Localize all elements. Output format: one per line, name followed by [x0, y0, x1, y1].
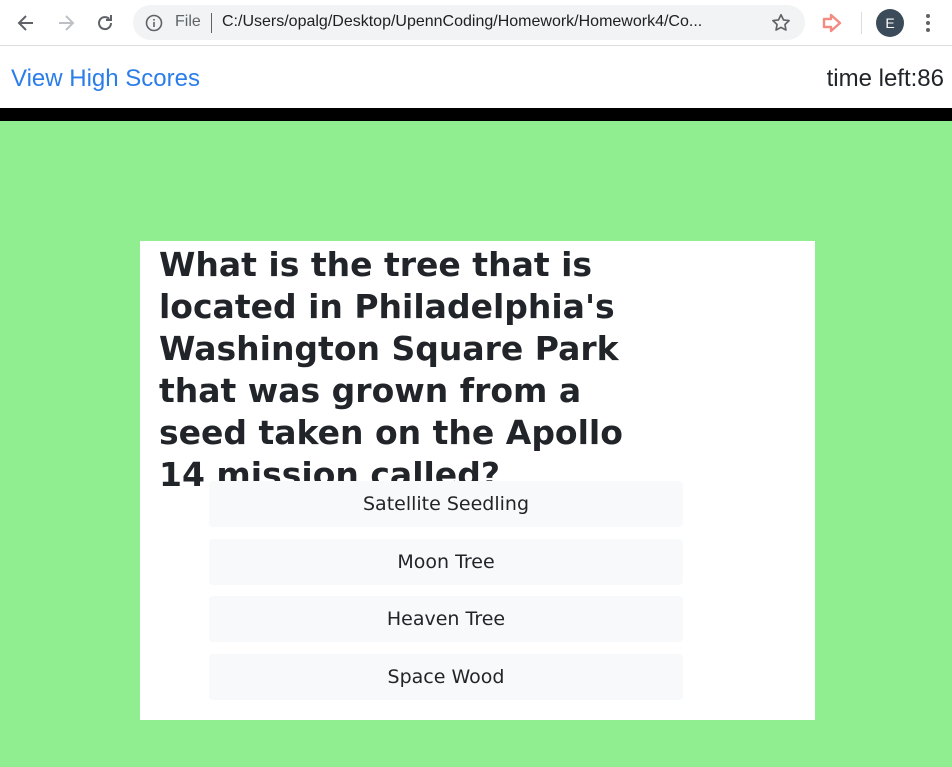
- url-text[interactable]: C:/Users/opalg/Desktop/UpennCoding/Homew…: [222, 13, 767, 31]
- browser-toolbar: File C:/Users/opalg/Desktop/UpennCoding/…: [0, 0, 952, 46]
- page-header: View High Scores time left:86: [0, 47, 952, 108]
- reload-button[interactable]: [92, 10, 118, 36]
- arrow-left-icon: [17, 15, 33, 31]
- answer-button-heaven-tree[interactable]: Heaven Tree: [209, 596, 683, 642]
- toolbar-separator: [861, 12, 862, 34]
- address-bar[interactable]: File C:/Users/opalg/Desktop/UpennCoding/…: [133, 5, 805, 40]
- profile-avatar[interactable]: E: [876, 9, 904, 37]
- reload-icon: [98, 15, 113, 31]
- quiz-card: What is the tree that is located in Phil…: [140, 241, 815, 720]
- info-icon[interactable]: [145, 14, 163, 32]
- kebab-menu-icon[interactable]: [918, 11, 938, 35]
- forward-button[interactable]: [53, 10, 79, 36]
- header-divider-bar: [0, 108, 952, 121]
- arrow-right-icon: [59, 15, 75, 31]
- extension-icon[interactable]: [820, 10, 846, 36]
- answer-button-space-wood[interactable]: Space Wood: [209, 654, 683, 700]
- answer-button-moon-tree[interactable]: Moon Tree: [209, 539, 683, 585]
- bookmark-star-icon[interactable]: [770, 12, 792, 34]
- answer-button-satellite-seedling[interactable]: Satellite Seedling: [209, 481, 683, 527]
- address-separator: [211, 13, 212, 33]
- view-high-scores-link[interactable]: View High Scores: [11, 65, 200, 93]
- file-label: File: [175, 13, 201, 30]
- question-text: What is the tree that is located in Phil…: [159, 245, 623, 494]
- timer-text: time left:86: [826, 65, 944, 92]
- back-button[interactable]: [13, 10, 39, 36]
